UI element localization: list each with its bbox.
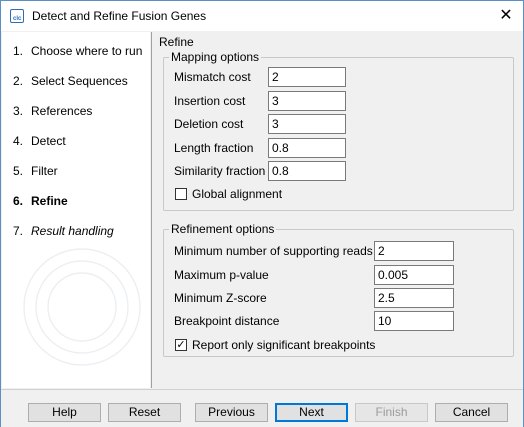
reset-button[interactable]: Reset — [108, 403, 181, 422]
global-alignment-checkbox[interactable] — [175, 188, 187, 200]
help-button[interactable]: Help — [28, 403, 101, 422]
window-title: Detect and Refine Fusion Genes — [32, 9, 207, 23]
max-p-value-label: Maximum p-value — [174, 268, 269, 282]
mapping-options-group: Mapping options Mismatch cost 2 Insertio… — [163, 50, 514, 211]
step-detect: 4. Detect — [13, 134, 66, 148]
breakpoint-distance-input[interactable]: 10 — [374, 311, 454, 331]
refine-panel: Refine Mapping options Mismatch cost 2 I… — [151, 32, 522, 388]
close-icon[interactable]: ✕ — [495, 5, 517, 27]
step-result-handling: 7. Result handling — [13, 224, 114, 238]
breakpoint-distance-label: Breakpoint distance — [174, 314, 280, 328]
mismatch-cost-label: Mismatch cost — [174, 70, 251, 84]
step-filter: 5. Filter — [13, 164, 58, 178]
button-bar: Help Reset Previous Next Finish Cancel — [1, 389, 523, 427]
cancel-button[interactable]: Cancel — [435, 403, 508, 422]
title-bar: clc Detect and Refine Fusion Genes ✕ — [1, 1, 523, 31]
insertion-cost-input[interactable]: 3 — [268, 91, 346, 111]
length-fraction-input[interactable]: 0.8 — [268, 138, 346, 158]
panel-title: Refine — [159, 35, 194, 49]
finish-button[interactable]: Finish — [355, 403, 428, 422]
similarity-fraction-label: Similarity fraction — [174, 164, 266, 178]
wizard-steps-panel: 1. Choose where to run 2. Select Sequences… — [2, 32, 150, 388]
step-references: 3. References — [13, 104, 93, 118]
deletion-cost-label: Deletion cost — [174, 117, 244, 131]
min-supporting-reads-label: Minimum number of supporting reads — [174, 244, 373, 258]
step-select-sequences: 2. Select Sequences — [13, 74, 128, 88]
deletion-cost-input[interactable]: 3 — [268, 114, 346, 134]
similarity-fraction-input[interactable]: 0.8 — [268, 161, 346, 181]
refinement-options-label: Refinement options — [169, 222, 277, 236]
app-icon: clc — [10, 9, 24, 23]
step-refine: 6. Refine — [13, 194, 68, 208]
min-supporting-reads-input[interactable]: 2 — [374, 241, 454, 261]
min-z-score-label: Minimum Z-score — [174, 291, 267, 305]
refinement-options-group: Refinement options Minimum number of sup… — [163, 222, 514, 357]
length-fraction-label: Length fraction — [174, 141, 254, 155]
next-button[interactable]: Next — [275, 403, 348, 422]
previous-button[interactable]: Previous — [195, 403, 268, 422]
dialog-window: clc Detect and Refine Fusion Genes ✕ 1. C… — [0, 0, 524, 427]
mismatch-cost-input[interactable]: 2 — [268, 67, 346, 87]
step-choose-where-to-run: 1. Choose where to run — [13, 44, 143, 58]
insertion-cost-label: Insertion cost — [174, 94, 246, 108]
report-significant-label: Report only significant breakpoints — [192, 338, 376, 352]
max-p-value-input[interactable]: 0.005 — [374, 265, 454, 285]
min-z-score-input[interactable]: 2.5 — [374, 288, 454, 308]
report-significant-checkbox[interactable]: ✓ — [175, 339, 187, 351]
mapping-options-label: Mapping options — [169, 50, 262, 64]
global-alignment-label: Global alignment — [192, 187, 283, 201]
